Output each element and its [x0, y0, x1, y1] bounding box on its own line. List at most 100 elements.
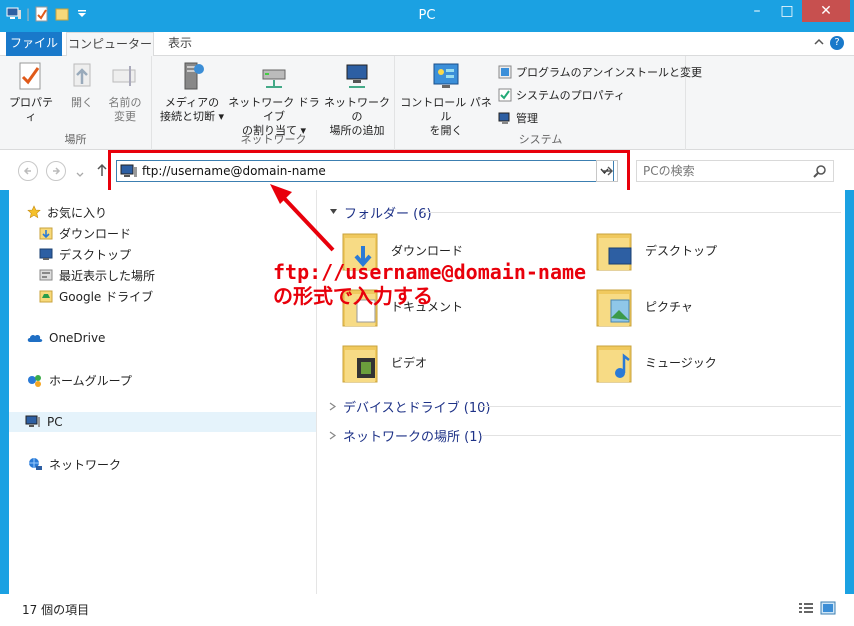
- add-network-location-icon: [346, 64, 368, 88]
- content-area: お気に入り ダウンロード デスクトップ 最近表示した場所 Google ドライブ…: [9, 190, 845, 594]
- manage-button[interactable]: 管理: [498, 110, 538, 126]
- address-bar: [116, 160, 614, 182]
- uninstall-program-button[interactable]: プログラムのアンインストールと変更: [498, 64, 702, 80]
- desktop-icon: [39, 248, 53, 260]
- devices-group-header[interactable]: デバイスとドライブ (10): [329, 396, 841, 416]
- arrow-left-icon: [23, 167, 31, 175]
- go-button[interactable]: [596, 160, 618, 182]
- computer-icon: [25, 415, 40, 427]
- close-button[interactable]: ✕: [802, 0, 850, 22]
- minimize-button[interactable]: –: [742, 0, 772, 22]
- homegroup-icon: [28, 375, 41, 387]
- title-bar: | PC – □ ✕: [0, 0, 854, 32]
- nav-onedrive[interactable]: OneDrive: [27, 328, 105, 348]
- uninstall-icon: [498, 65, 512, 79]
- open-button[interactable]: 開く: [62, 60, 102, 110]
- nav-downloads[interactable]: ダウンロード: [39, 223, 131, 243]
- chevron-down-icon: [330, 209, 337, 214]
- status-bar: 17 個の項目: [0, 594, 854, 626]
- folder-pictures[interactable]: ピクチャ: [595, 284, 693, 328]
- system-properties-icon: [498, 88, 512, 102]
- add-network-location-button[interactable]: ネットワークの 場所の追加: [321, 60, 393, 138]
- window-controls: – □ ✕: [742, 0, 850, 22]
- arrow-right-icon: [602, 166, 613, 176]
- control-panel-icon: [433, 63, 459, 88]
- view-toggle: [798, 601, 836, 615]
- folders-group-header[interactable]: フォルダー (6): [329, 202, 841, 222]
- folder-music[interactable]: ミュージック: [595, 340, 717, 384]
- group-location: プロパティ 開く 名前の 変更 場所: [0, 56, 152, 150]
- tab-file[interactable]: ファイル: [6, 32, 62, 56]
- back-button[interactable]: [18, 161, 38, 181]
- videos-folder-icon: [342, 345, 378, 383]
- desktop-folder-icon: [596, 233, 632, 271]
- group-label-network: ネットワーク: [240, 133, 307, 146]
- annotation-line-1: ftp://username@domain-name: [273, 260, 587, 284]
- system-properties-button[interactable]: システムのプロパティ: [498, 87, 625, 103]
- group-divider: [479, 406, 841, 407]
- properties-button[interactable]: プロパティ: [6, 60, 56, 124]
- nav-pc[interactable]: PC: [9, 412, 316, 432]
- recent-locations-dropdown[interactable]: [76, 167, 84, 181]
- arrow-up-icon: [97, 163, 107, 176]
- item-count: 17 個の項目: [22, 603, 90, 617]
- nav-google-drive[interactable]: Google ドライブ: [39, 286, 153, 306]
- main-pane: フォルダー (6) ダウンロード デスクトップ ドキュメント ピクチャ ビデオ …: [327, 190, 845, 594]
- map-network-drive-button[interactable]: ネットワーク ドライブ の割り当て ▾: [227, 60, 321, 138]
- group-label-location: 場所: [64, 133, 87, 146]
- search-input[interactable]: [643, 164, 813, 178]
- arrow-right-icon: [53, 167, 61, 175]
- ribbon-tabs: ファイル コンピューター 表示 ?: [0, 32, 854, 57]
- group-label-system: システム: [518, 133, 563, 146]
- ribbon-body: プロパティ 開く 名前の 変更 場所 メディアの 接続と切断 ▾ ネットワーク …: [0, 56, 854, 150]
- download-folder-icon: [39, 227, 53, 240]
- rename-icon: [112, 66, 136, 86]
- forward-button[interactable]: [46, 161, 66, 181]
- nav-network[interactable]: ネットワーク: [27, 454, 121, 474]
- up-button[interactable]: [96, 163, 108, 180]
- rename-button[interactable]: 名前の 変更: [104, 60, 146, 124]
- folder-videos[interactable]: ビデオ: [341, 340, 427, 384]
- network-locations-group-header[interactable]: ネットワークの場所 (1): [329, 425, 841, 445]
- google-drive-folder-icon: [39, 290, 53, 303]
- navigation-pane: お気に入り ダウンロード デスクトップ 最近表示した場所 Google ドライブ…: [9, 190, 317, 594]
- maximize-button[interactable]: □: [772, 0, 802, 22]
- network-icon: [29, 458, 42, 470]
- group-network: メディアの 接続と切断 ▾ ネットワーク ドライブ の割り当て ▾ ネットワーク…: [153, 56, 395, 150]
- tab-view[interactable]: 表示: [156, 32, 204, 56]
- manage-icon: [498, 112, 510, 124]
- annotation-line-2: の形式で入力する: [273, 284, 433, 308]
- details-view-icon[interactable]: [798, 601, 814, 615]
- help-button[interactable]: ?: [830, 36, 844, 50]
- media-connect-button[interactable]: メディアの 接続と切断 ▾: [157, 60, 227, 124]
- chevron-right-icon: [329, 402, 337, 410]
- star-icon: [27, 205, 41, 219]
- tab-computer[interactable]: コンピューター: [66, 32, 154, 57]
- explorer-window: | PC – □ ✕ ファイル コンピューター 表示 ? プロパティ 開く 名前…: [0, 0, 854, 626]
- annotation-text: ftp://username@domain-name の形式で入力する: [273, 260, 586, 308]
- control-panel-button[interactable]: コントロール パネル を開く: [398, 60, 494, 138]
- address-input[interactable]: [142, 162, 595, 180]
- nav-favorites[interactable]: お気に入り: [27, 202, 107, 222]
- group-divider: [481, 435, 841, 436]
- pictures-folder-icon: [596, 289, 632, 327]
- properties-icon: [19, 62, 41, 90]
- chevron-up-icon[interactable]: [814, 38, 824, 49]
- folder-desktop[interactable]: デスクトップ: [595, 228, 717, 272]
- media-server-icon: [184, 62, 204, 90]
- window-title: PC: [418, 8, 436, 23]
- large-icons-view-icon[interactable]: [820, 601, 836, 615]
- group-system: コントロール パネル を開く プログラムのアンインストールと変更 システムのプロ…: [396, 56, 702, 150]
- open-icon: [73, 63, 91, 87]
- search-icon[interactable]: [813, 164, 827, 178]
- nav-recent-places[interactable]: 最近表示した場所: [39, 265, 155, 285]
- chevron-down-icon: [76, 172, 84, 177]
- computer-icon: [120, 164, 137, 177]
- nav-desktop[interactable]: デスクトップ: [39, 244, 131, 264]
- group-divider: [423, 212, 841, 213]
- map-drive-icon: [262, 69, 286, 88]
- navigation-bar: [0, 150, 854, 190]
- chevron-right-icon: [329, 431, 337, 439]
- onedrive-icon: [27, 334, 43, 342]
- nav-homegroup[interactable]: ホームグループ: [27, 370, 132, 390]
